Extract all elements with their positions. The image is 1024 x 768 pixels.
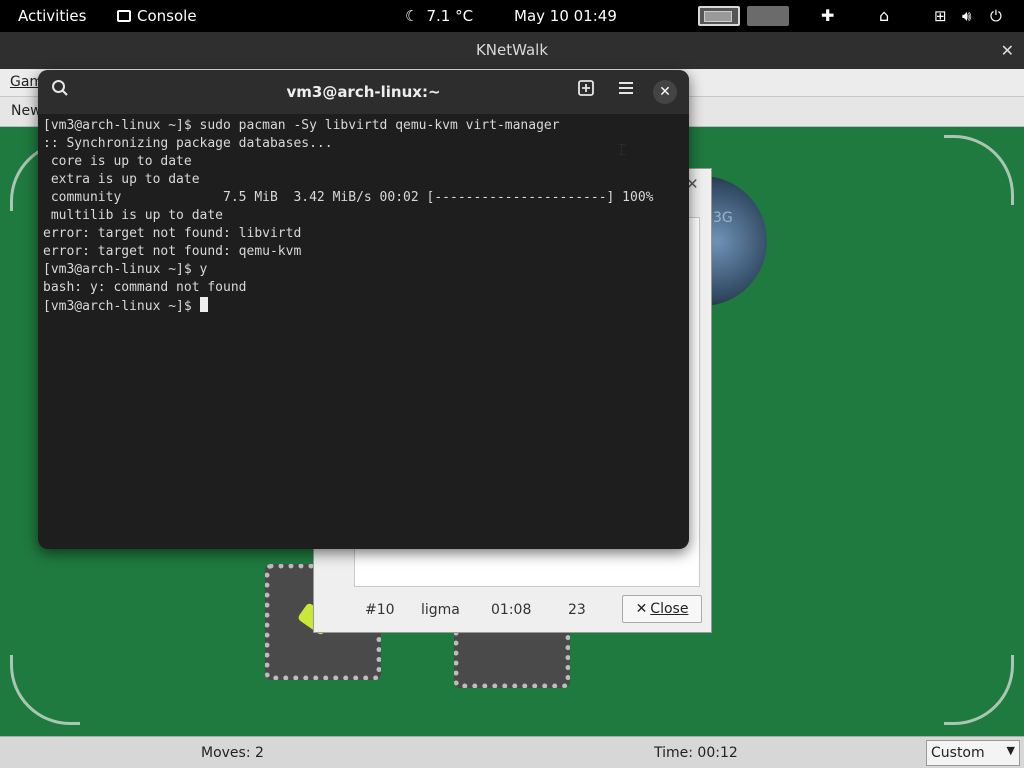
terminal-line: multilib is up to date [43,208,224,223]
close-button[interactable]: ✕ Close [622,595,702,623]
power-icon[interactable]: ⏻ [990,0,1002,32]
weather-indicator[interactable]: ☾ 7.1 °C [405,0,473,32]
knetwalk-close-icon[interactable]: ✕ [1001,32,1014,69]
text-cursor [199,297,208,312]
terminal-line: :: Synchronizing package databases... [43,136,333,151]
terminal-line: bash: y: command not found [43,280,247,295]
top-bar: Activities Console ☾ 7.1 °C May 10 01:49 … [0,0,1024,32]
app-menu-label: Console [137,7,197,25]
console-icon [117,10,131,22]
moves-cell: 23 [568,602,586,618]
activities-button[interactable]: Activities [18,0,86,32]
status-bar: Moves: 2 Time: 00:12 Custom ▼ [0,736,1024,768]
terminal-prompt-line[interactable]: [vm3@arch-linux ~]$ [43,297,683,315]
board-corner [944,655,1014,725]
new-tab-icon[interactable] [573,79,599,105]
rank-cell: #10 [365,602,395,618]
terminal-prompt: [vm3@arch-linux ~]$ [43,299,200,314]
terminal-line: core is up to date [43,154,192,169]
volume-icon[interactable]: 🔊︎ [962,0,971,32]
moves-counter: Moves: 2 [201,745,264,761]
hamburger-menu-icon[interactable] [613,79,639,105]
difficulty-value: Custom [931,745,985,761]
time-counter: Time: 00:12 [654,745,738,761]
close-button-label: Close [650,601,689,617]
terminal-line: extra is up to date [43,172,200,187]
terminal-line: error: target not found: qemu-kvm [43,244,302,259]
moon-icon: ☾ [405,7,419,25]
workspace-1[interactable] [698,6,740,26]
knetwalk-titlebar: KNetWalk ✕ [0,32,1024,69]
app-menu[interactable]: Console [117,0,197,32]
extensions-icon[interactable]: ✚ [821,0,834,32]
board-corner [944,135,1014,205]
terminal-line: [vm3@arch-linux ~]$ y [43,262,208,277]
terminal-headerbar: vm3@arch-linux:~ ✕ [38,70,689,114]
time-cell: 01:08 [491,602,532,618]
clock[interactable]: May 10 01:49 [514,0,617,32]
toolbar-new[interactable]: New [11,103,42,119]
chevron-down-icon: ▼ [1006,744,1015,757]
close-icon: ✕ [635,601,648,617]
name-cell: ligma [421,602,460,618]
server-label: 3G [713,210,733,226]
terminal-close-icon[interactable]: ✕ [653,80,677,104]
difficulty-select[interactable]: Custom ▼ [926,740,1020,766]
terminal-output[interactable]: [vm3@arch-linux ~]$ sudo pacman -Sy libv… [43,117,683,537]
network-icon[interactable]: ⊞ [934,0,947,32]
weather-temp: 7.1 °C [426,7,474,25]
search-icon[interactable] [47,79,73,105]
terminal-line: community 7.5 MiB 3.42 MiB/s 00:02 [----… [43,190,654,205]
terminal-line: error: target not found: libvirtd [43,226,302,241]
terminal-line: [vm3@arch-linux ~]$ sudo pacman -Sy libv… [43,118,560,133]
mouse-ibeam-cursor: ⌶ [617,140,627,159]
knetwalk-title: KNetWalk [475,41,549,59]
board-corner [10,655,80,725]
home-icon[interactable]: ⌂ [879,0,889,32]
terminal-window[interactable]: vm3@arch-linux:~ ✕ [vm3@arch-linux ~]$ s… [38,70,689,549]
workspace-2[interactable] [747,6,789,26]
